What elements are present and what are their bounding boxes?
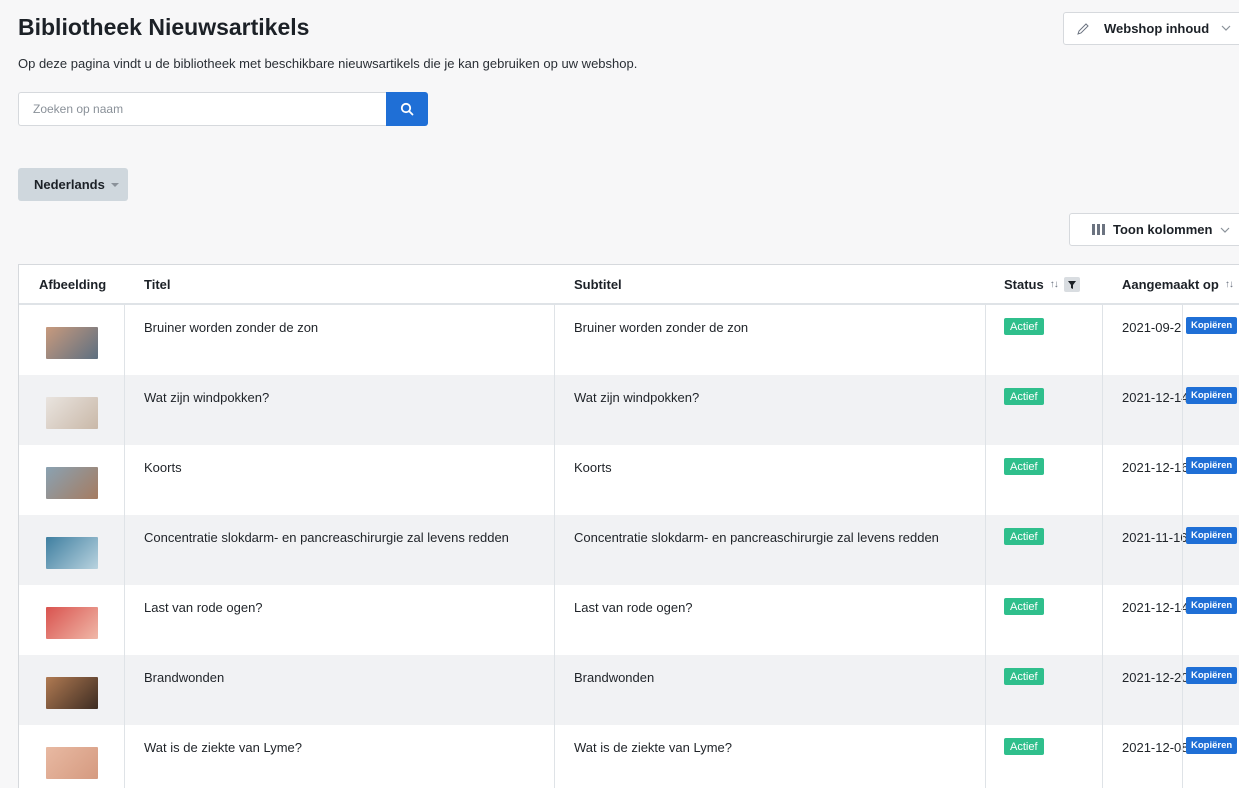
status-badge: Actief — [1004, 318, 1044, 335]
article-subtitle: Bruiner worden zonder de zon — [574, 320, 749, 335]
copy-button[interactable]: Kopiëren — [1186, 387, 1238, 404]
show-columns-button[interactable]: Toon kolommen — [1069, 213, 1239, 246]
article-title: Koorts — [144, 460, 182, 475]
status-badge: Actief — [1004, 388, 1044, 405]
table-row[interactable]: Concentratie slokdarm- en pancreaschirur… — [19, 515, 1239, 585]
article-title: Concentratie slokdarm- en pancreaschirur… — [144, 530, 509, 545]
articles-table: Afbeelding Titel Subtitel Status ↑↓ Aang… — [18, 264, 1239, 788]
created-date: 2021-12-14 — [1122, 390, 1186, 405]
language-label: Nederlands — [34, 177, 105, 192]
article-thumbnail — [46, 747, 98, 779]
table-row[interactable]: Koorts Koorts Actief 2021-12-16 Kopiëren — [19, 445, 1239, 515]
article-thumbnail — [46, 607, 98, 639]
webshop-content-dropdown[interactable]: Webshop inhoud — [1063, 12, 1239, 45]
filter-icon[interactable] — [1063, 277, 1080, 292]
article-thumbnail — [46, 327, 98, 359]
page-title: Bibliotheek Nieuwsartikels — [18, 14, 310, 40]
article-subtitle: Koorts — [574, 460, 612, 475]
column-header-subtitle[interactable]: Subtitel — [574, 277, 622, 292]
column-header-title-label: Titel — [144, 277, 171, 292]
status-badge: Actief — [1004, 738, 1044, 755]
table-header: Afbeelding Titel Subtitel Status ↑↓ Aang… — [19, 265, 1239, 305]
table-row[interactable]: Wat zijn windpokken? Wat zijn windpokken?… — [19, 375, 1239, 445]
column-header-created-label: Aangemaakt op — [1122, 277, 1219, 292]
article-subtitle: Brandwonden — [574, 670, 655, 685]
column-header-image: Afbeelding — [39, 277, 106, 292]
column-header-title[interactable]: Titel — [144, 277, 171, 292]
table-row[interactable]: Bruiner worden zonder de zon Bruiner word… — [19, 305, 1239, 375]
created-date: 2021-12-14 — [1122, 600, 1186, 615]
status-badge: Actief — [1004, 458, 1044, 475]
column-divider — [554, 305, 555, 788]
search-input[interactable] — [18, 92, 386, 126]
created-date: 2021-12-20 — [1122, 670, 1186, 685]
article-thumbnail — [46, 467, 98, 499]
article-thumbnail — [46, 537, 98, 569]
column-divider — [124, 305, 125, 788]
column-divider — [1182, 305, 1183, 788]
article-subtitle: Concentratie slokdarm- en pancreaschirur… — [574, 530, 939, 545]
sort-icon[interactable]: ↑↓ — [1050, 279, 1059, 290]
copy-button[interactable]: Kopiëren — [1186, 667, 1238, 684]
created-date: 2021-09-2 — [1122, 320, 1182, 335]
copy-button[interactable]: Kopiëren — [1186, 737, 1238, 754]
copy-button[interactable]: Kopiëren — [1186, 527, 1238, 544]
table-row[interactable]: Last van rode ogen? Last van rode ogen? Ac… — [19, 585, 1239, 655]
article-title: Wat is de ziekte van Lyme? — [144, 740, 302, 755]
search-bar — [18, 92, 428, 126]
table-row[interactable]: Brandwonden Brandwonden Actief 2021-12-20 Ko… — [19, 655, 1239, 725]
article-subtitle: Last van rode ogen? — [574, 600, 693, 615]
copy-button[interactable]: Kopiëren — [1186, 597, 1238, 614]
copy-button[interactable]: Kopiëren — [1186, 317, 1238, 334]
article-thumbnail — [46, 397, 98, 429]
table-row[interactable]: Wat is de ziekte van Lyme? Wat is de ziek… — [19, 725, 1239, 788]
search-button[interactable] — [386, 92, 428, 126]
created-date: 2021-12-08 — [1122, 740, 1186, 755]
sort-icon[interactable]: ↑↓ — [1225, 279, 1234, 290]
article-title: Bruiner worden zonder de zon — [144, 320, 319, 335]
created-date: 2021-11-16 — [1122, 530, 1186, 545]
columns-icon — [1092, 224, 1105, 235]
column-header-status-label: Status — [1004, 277, 1044, 292]
copy-button[interactable]: Kopiëren — [1186, 457, 1238, 474]
status-badge: Actief — [1004, 528, 1044, 545]
status-badge: Actief — [1004, 668, 1044, 685]
chevron-down-icon — [1221, 25, 1231, 31]
language-dropdown[interactable]: Nederlands — [18, 168, 128, 201]
webshop-content-label: Webshop inhoud — [1104, 21, 1210, 36]
column-divider — [1102, 305, 1103, 788]
column-divider — [985, 305, 986, 788]
created-date: 2021-12-16 — [1122, 460, 1186, 475]
pencil-icon — [1077, 22, 1089, 35]
search-icon — [400, 102, 414, 116]
show-columns-label: Toon kolommen — [1113, 222, 1213, 237]
column-header-created[interactable]: Aangemaakt op ↑↓ — [1122, 277, 1234, 292]
article-subtitle: Wat zijn windpokken? — [574, 390, 700, 405]
column-header-status[interactable]: Status ↑↓ — [1004, 277, 1080, 292]
article-title: Wat zijn windpokken? — [144, 390, 270, 405]
column-header-image-label: Afbeelding — [39, 277, 107, 292]
column-header-subtitle-label: Subtitel — [574, 277, 622, 292]
status-badge: Actief — [1004, 598, 1044, 615]
page-description: Op deze pagina vindt u de bibliotheek me… — [18, 56, 638, 71]
article-title: Last van rode ogen? — [144, 600, 263, 615]
caret-down-icon — [110, 182, 119, 187]
chevron-down-icon — [1220, 227, 1230, 233]
article-subtitle: Wat is de ziekte van Lyme? — [574, 740, 732, 755]
article-thumbnail — [46, 677, 98, 709]
article-title: Brandwonden — [144, 670, 225, 685]
